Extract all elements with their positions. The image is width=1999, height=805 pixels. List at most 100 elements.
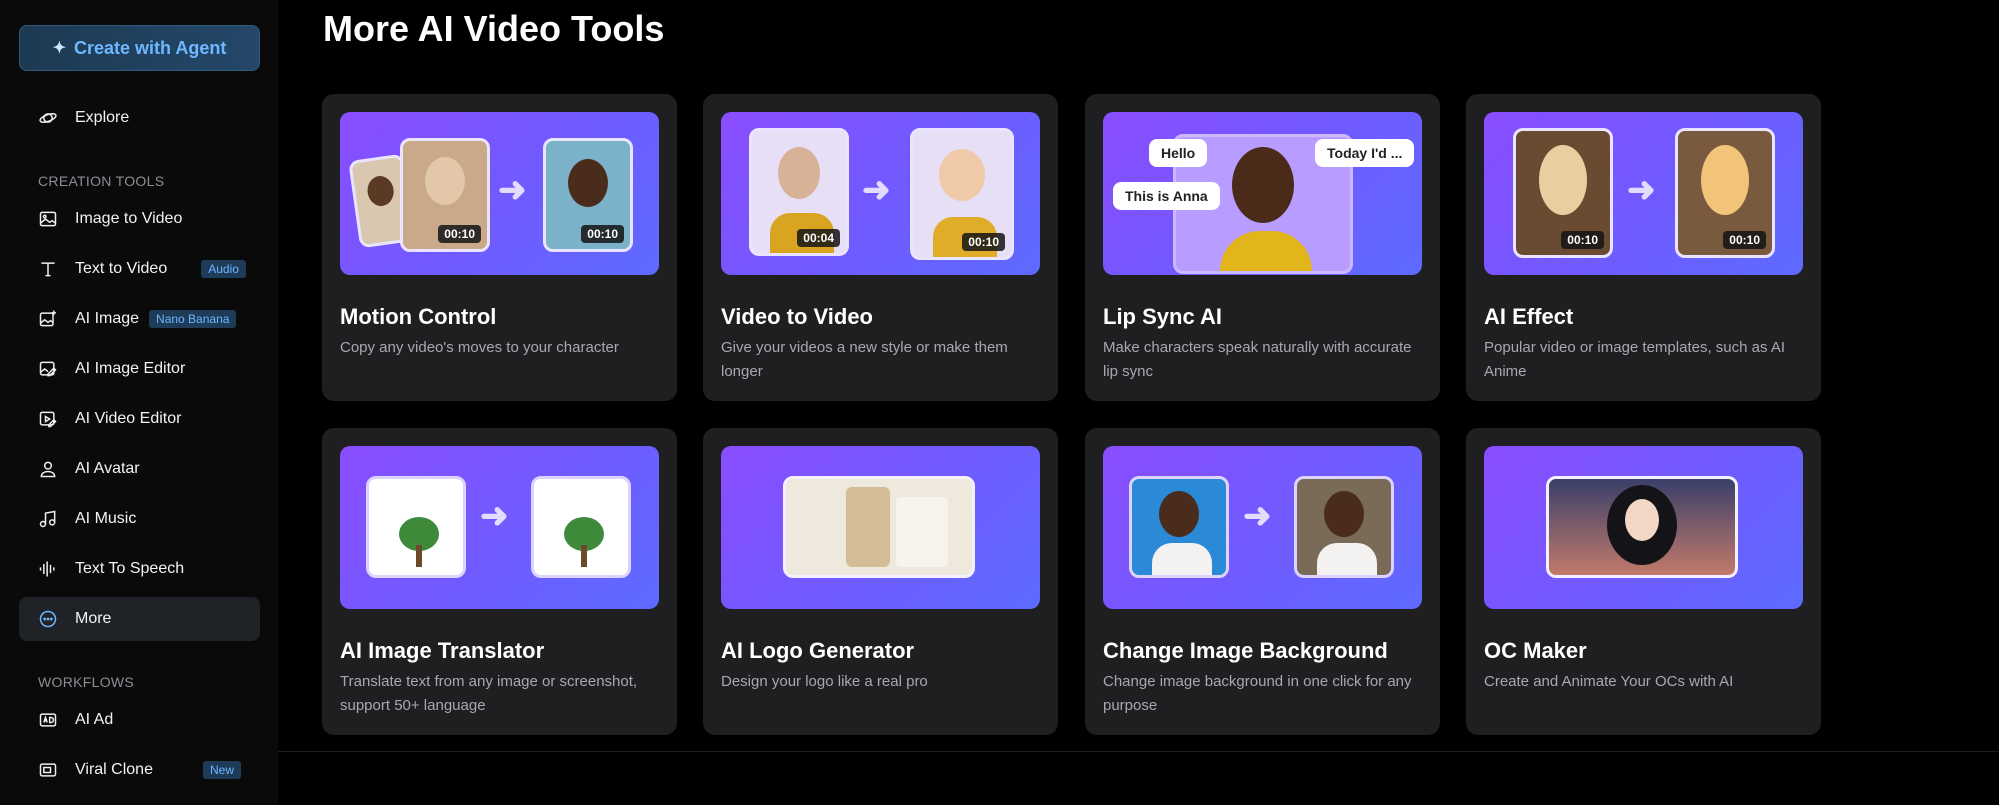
translated-document-image <box>531 476 631 578</box>
card-title: Change Image Background <box>1103 638 1388 663</box>
logo-mockup-image <box>783 476 975 578</box>
sidebar-item-label: Text To Speech <box>75 560 185 577</box>
card-title: Lip Sync AI <box>1103 304 1222 329</box>
card-description: Copy any video's moves to your character <box>340 339 619 356</box>
result-photo: 00:10 <box>1675 128 1775 258</box>
character-image <box>1546 476 1738 578</box>
speech-bubble: Today I'd ... <box>1315 139 1415 167</box>
sidebar-item-ai-avatar[interactable]: AI Avatar <box>19 447 260 491</box>
card-description: Popular video or image templates, such a… <box>1484 339 1785 380</box>
card-description: Design your logo like a real pro <box>721 673 928 690</box>
image-edit-icon <box>39 361 57 377</box>
card-title: AI Effect <box>1484 304 1574 329</box>
sidebar-item-label: Image to Video <box>75 210 183 227</box>
create-with-agent-label: Create with Agent <box>74 37 227 58</box>
sidebar-item-label: AI Image <box>75 310 140 327</box>
sidebar-item-text-to-video[interactable]: Text to Video Audio <box>19 247 260 291</box>
speech-bubble: Hello <box>1149 139 1208 167</box>
create-with-agent-button[interactable]: ✦ Create with Agent <box>19 25 260 71</box>
sidebar-item-label: AI Ad <box>75 711 114 728</box>
sidebar-item-text-to-speech[interactable]: Text To Speech <box>19 547 260 591</box>
source-video-thumbnail: 00:10 <box>400 138 490 252</box>
sidebar-item-more[interactable]: More <box>19 597 260 641</box>
tool-card-ai-logo-generator[interactable]: AI Logo Generator Design your logo like … <box>703 428 1058 735</box>
sidebar-item-label: AI Avatar <box>75 460 140 477</box>
workflows-heading: WORKFLOWS <box>38 674 135 690</box>
music-note-icon <box>39 510 56 528</box>
result-video-thumbnail: 00:10 <box>910 128 1014 260</box>
divider <box>278 751 1999 752</box>
card-thumbnail <box>1484 446 1803 609</box>
video-duration: 00:10 <box>1723 231 1766 249</box>
tool-card-change-image-background[interactable]: ➜ Change Image Background Change image b… <box>1085 428 1440 735</box>
sidebar-item-label: More <box>75 610 112 627</box>
sidebar-item-label: AI Video Editor <box>75 410 182 427</box>
tool-card-ai-image-translator[interactable]: ➜ AI Image Translator Translate text fro… <box>322 428 677 735</box>
source-video-thumbnail: 00:04 <box>749 128 849 256</box>
card-thumbnail: 00:04 ➜ 00:10 <box>721 112 1040 275</box>
sidebar-item-image-to-video[interactable]: Image to Video <box>19 197 260 241</box>
sidebar-item-label: AI Music <box>75 510 137 527</box>
video-duration: 00:10 <box>438 225 481 243</box>
sidebar-item-label: Explore <box>75 109 130 126</box>
sidebar-item-ai-video-editor[interactable]: AI Video Editor <box>19 397 260 441</box>
card-thumbnail <box>721 446 1040 609</box>
audio-badge: Audio <box>201 260 246 278</box>
sidebar-item-explore[interactable]: Explore <box>19 96 260 140</box>
tool-card-motion-control[interactable]: 00:10 ➜ 00:10 Motion Control Copy any vi… <box>322 94 677 401</box>
sidebar: ✦ Create with Agent Explore CREATION TOO… <box>0 0 278 805</box>
sidebar-item-ai-image[interactable]: AI Image Nano Banana <box>19 297 260 341</box>
card-thumbnail: 00:10 ➜ 00:10 <box>340 112 659 275</box>
tool-card-ai-effect[interactable]: 00:10 ➜ 00:10 AI Effect Popular video or… <box>1466 94 1821 401</box>
sidebar-item-label: AI Image Editor <box>75 360 186 377</box>
speech-bubble: This is Anna <box>1113 182 1220 210</box>
video-duration: 00:10 <box>1561 231 1604 249</box>
card-thumbnail: Hello Today I'd ... This is Anna <box>1103 112 1422 275</box>
card-description: Give your videos a new style or make the… <box>721 339 1008 380</box>
tool-card-video-to-video[interactable]: 00:04 ➜ 00:10 Video to Video Give your v… <box>703 94 1058 401</box>
source-photo: 00:10 <box>1513 128 1613 258</box>
card-title: Video to Video <box>721 304 873 329</box>
sidebar-item-label: Viral Clone <box>75 761 153 778</box>
user-icon <box>40 461 56 478</box>
video-duration: 00:10 <box>962 233 1005 251</box>
arrow-right-icon: ➜ <box>862 171 891 209</box>
video-edit-icon <box>39 411 57 428</box>
image-icon <box>39 211 57 227</box>
ai-image-icon <box>39 310 56 327</box>
card-title: AI Image Translator <box>340 638 545 663</box>
sparkle-icon: ✦ <box>52 40 67 57</box>
video-duration: 00:04 <box>797 229 840 247</box>
page-title: More AI Video Tools <box>323 8 665 49</box>
source-document-image <box>366 476 466 578</box>
sidebar-item-ai-image-editor[interactable]: AI Image Editor <box>19 347 260 391</box>
new-badge: New <box>202 761 241 779</box>
card-description: Create and Animate Your OCs with AI <box>1484 673 1734 690</box>
arrow-right-icon: ➜ <box>1243 497 1272 535</box>
card-thumbnail: ➜ <box>1103 446 1422 609</box>
nano-banana-badge: Nano Banana <box>149 310 237 328</box>
tool-card-oc-maker[interactable]: OC Maker Create and Animate Your OCs wit… <box>1466 428 1821 735</box>
arrow-right-icon: ➜ <box>1627 171 1656 209</box>
card-title: AI Logo Generator <box>721 638 915 663</box>
sidebar-item-ai-ad[interactable]: AI Ad <box>19 698 260 742</box>
sidebar-item-viral-clone[interactable]: Viral Clone New <box>19 748 260 792</box>
more-dots-icon <box>39 610 57 628</box>
creation-tools-heading: CREATION TOOLS <box>38 173 165 189</box>
card-title: Motion Control <box>340 304 497 329</box>
result-photo <box>1294 476 1394 578</box>
card-thumbnail: ➜ <box>340 446 659 609</box>
result-video-thumbnail: 00:10 <box>543 138 633 252</box>
card-thumbnail: 00:10 ➜ 00:10 <box>1484 112 1803 275</box>
sidebar-item-label: Text to Video <box>75 260 168 277</box>
card-description: Change image background in one click for… <box>1103 673 1412 714</box>
source-photo <box>1129 476 1229 578</box>
tool-card-lip-sync-ai[interactable]: Hello Today I'd ... This is Anna Lip Syn… <box>1085 94 1440 401</box>
text-icon <box>41 262 55 277</box>
card-description: Translate text from any image or screens… <box>340 673 638 714</box>
waveform-icon <box>39 561 55 577</box>
sidebar-item-ai-music[interactable]: AI Music <box>19 497 260 541</box>
card-title: OC Maker <box>1484 638 1587 663</box>
video-duration: 00:10 <box>581 225 624 243</box>
arrow-right-icon: ➜ <box>480 497 509 535</box>
